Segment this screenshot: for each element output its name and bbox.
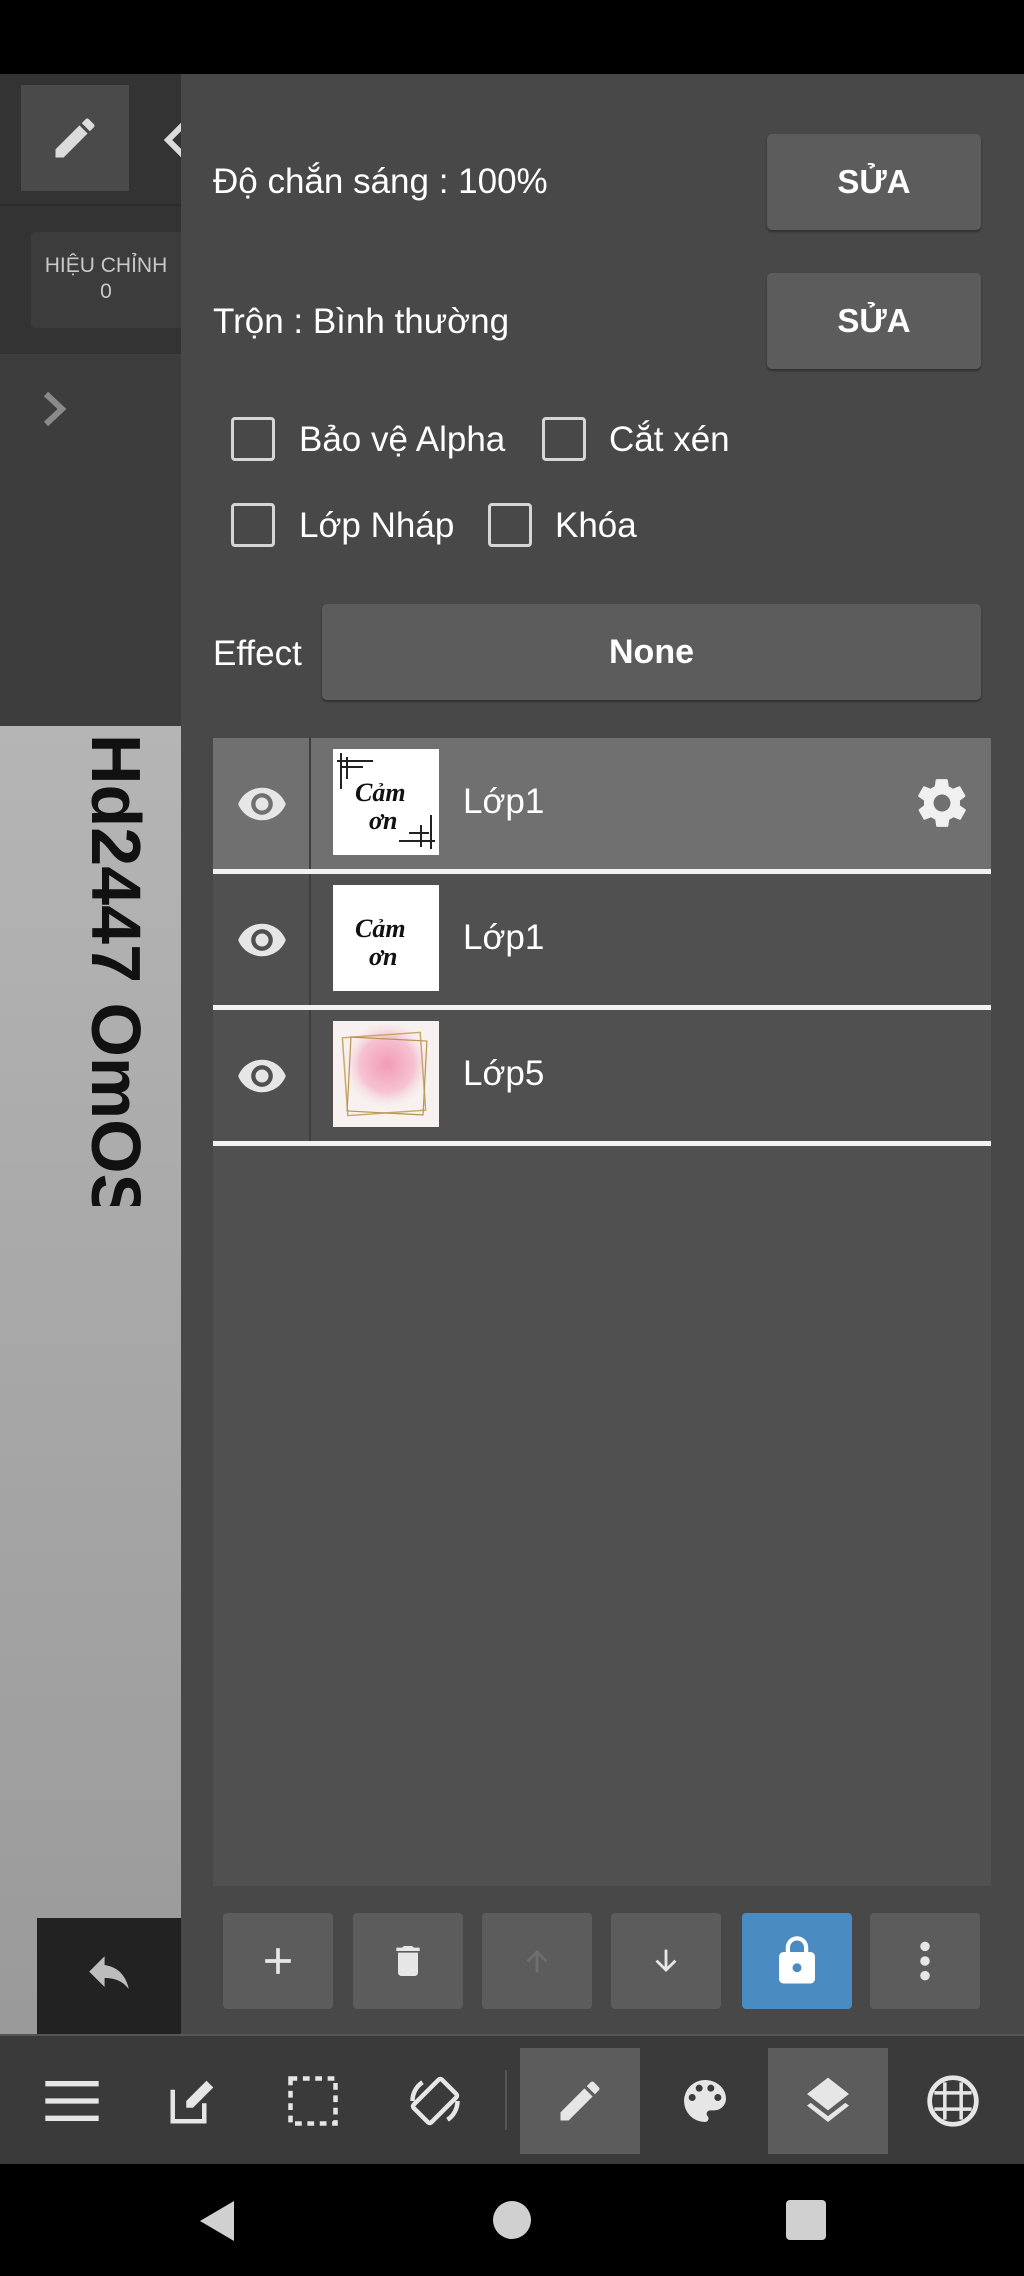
lock-icon: [779, 1936, 815, 1984]
layer-name: Lớp5: [463, 1054, 545, 1093]
navigation-bar: [0, 2164, 1024, 2276]
undo-icon: [89, 1956, 129, 1990]
layer-thumbnail: Cảm ơn: [333, 885, 439, 991]
pencil-icon: [55, 118, 95, 158]
plus-icon: [265, 1948, 291, 1974]
adjust-button[interactable]: HIỆU CHỈNH 0: [31, 232, 181, 328]
draft-layer-label: Lớp Nháp: [299, 506, 455, 545]
eye-icon[interactable]: [235, 778, 289, 830]
divider: [309, 1010, 311, 1141]
eraser-tool-button[interactable]: [140, 100, 181, 180]
move-layer-down-button[interactable]: [611, 1913, 721, 2009]
adjust-label: HIỆU CHỈNH: [44, 254, 168, 277]
svg-text:Cảm: Cảm: [355, 778, 406, 807]
clipping-label: Cắt xén: [609, 420, 730, 459]
effect-select-button[interactable]: None: [322, 604, 981, 700]
divider: [309, 874, 311, 1005]
trash-icon: [396, 1946, 420, 1976]
divider: [0, 204, 181, 206]
lock-layer-button[interactable]: [742, 1913, 852, 2009]
palette-icon: [684, 2080, 726, 2122]
edit-icon: [170, 2080, 214, 2124]
edit-canvas-button[interactable]: [138, 2048, 248, 2154]
more-vertical-icon: [920, 1941, 930, 1981]
lock-checkbox[interactable]: [488, 503, 532, 547]
status-bar: [0, 0, 1024, 74]
layer-thumbnail: Cảm ơn: [333, 749, 439, 855]
svg-text:ơn: ơn: [369, 942, 397, 971]
color-palette-button[interactable]: [650, 2048, 760, 2154]
grid-icon: [927, 2075, 979, 2127]
add-layer-button[interactable]: [223, 1913, 333, 2009]
eye-icon[interactable]: [235, 1050, 289, 1102]
menu-button[interactable]: [17, 2048, 127, 2154]
pen-tool-tab[interactable]: [520, 2048, 640, 2154]
chevron-right-icon[interactable]: [34, 384, 74, 434]
divider: [505, 2070, 507, 2130]
menu-icon: [45, 2081, 99, 2121]
layers-icon: [807, 2077, 849, 2122]
grid-button[interactable]: [898, 2048, 1008, 2154]
back-icon[interactable]: [196, 2198, 238, 2244]
pencil-icon: [560, 2081, 600, 2121]
arrow-up-icon: [526, 1949, 548, 1973]
rotate-icon: [410, 2076, 460, 2126]
gear-icon[interactable]: [913, 774, 971, 832]
canvas-handwriting: Hd2447 OmOSd00: [77, 734, 155, 1206]
selection-button[interactable]: [258, 2048, 368, 2154]
eye-icon[interactable]: [235, 914, 289, 966]
lock-label: Khóa: [555, 506, 637, 545]
protect-alpha-checkbox[interactable]: [231, 417, 275, 461]
effect-label: Effect: [213, 634, 302, 673]
svg-text:ơn: ơn: [369, 806, 397, 835]
bottom-toolbar: [0, 2034, 1024, 2164]
rotate-canvas-button[interactable]: [380, 2048, 490, 2154]
home-icon[interactable]: [492, 2200, 532, 2240]
canvas-preview[interactable]: Hd2447 OmOSd00: [0, 726, 181, 2034]
undo-button[interactable]: [37, 1918, 181, 2034]
layer-row[interactable]: Cảm ơn Lớp1: [213, 738, 991, 874]
adjust-value: 0: [100, 280, 112, 303]
layer-row[interactable]: Cảm ơn Lớp1: [213, 874, 991, 1010]
eraser-icon: [163, 122, 181, 158]
move-layer-up-button[interactable]: [482, 1913, 592, 2009]
layer-row[interactable]: Lớp5: [213, 1010, 991, 1146]
blend-edit-button[interactable]: SỬA: [767, 273, 981, 369]
layer-name: Lớp1: [463, 918, 545, 957]
clipping-checkbox[interactable]: [542, 417, 586, 461]
layer-name: Lớp1: [463, 782, 545, 821]
layers-tab[interactable]: [768, 2048, 888, 2154]
blend-label: Trộn : Bình thường: [213, 302, 510, 341]
svg-text:Cảm: Cảm: [355, 914, 406, 943]
arrow-down-icon: [655, 1949, 677, 1973]
more-options-button[interactable]: [870, 1913, 980, 2009]
svg-text:Hd2447 OmOSd00: Hd2447 OmOSd00: [77, 734, 155, 1206]
opacity-label: Độ chắn sáng : 100%: [213, 162, 548, 201]
delete-layer-button[interactable]: [353, 1913, 463, 2009]
left-side-panel: [0, 354, 181, 726]
selection-icon: [288, 2076, 338, 2126]
protect-alpha-label: Bảo vệ Alpha: [299, 420, 506, 459]
pen-tool-button[interactable]: [21, 85, 129, 191]
recents-icon[interactable]: [786, 2200, 826, 2240]
divider: [309, 738, 311, 869]
opacity-edit-button[interactable]: SỬA: [767, 134, 981, 230]
layer-list[interactable]: Cảm ơn Lớp1 Cảm ơn Lớp1 Lớp5: [213, 738, 991, 1886]
draft-layer-checkbox[interactable]: [231, 503, 275, 547]
layer-thumbnail: [333, 1021, 439, 1127]
